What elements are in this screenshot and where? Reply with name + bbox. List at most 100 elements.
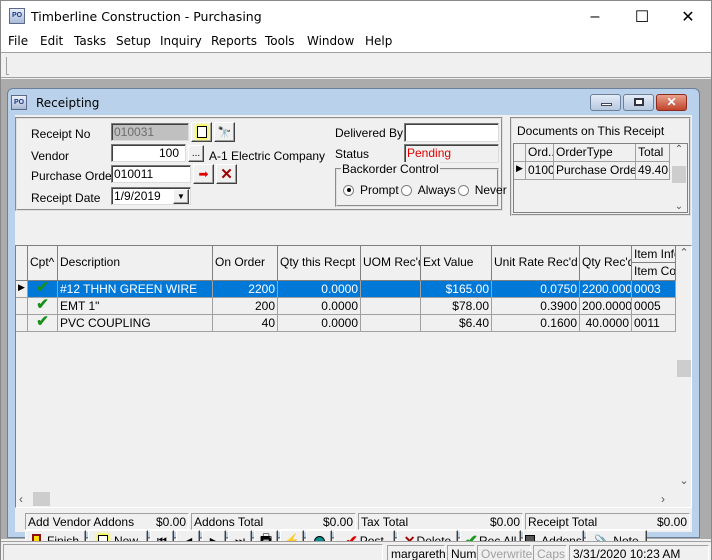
child-minimize-button[interactable] [590,94,621,111]
complete-cell[interactable]: ✔ [28,298,58,315]
maximize-button[interactable]: ☐ [619,1,665,32]
scroll-up-icon[interactable]: ⌃ [671,144,687,155]
col-unit-rate-recd[interactable]: Unit Rate Rec'd [492,246,580,281]
qty-this-recpt-cell[interactable]: 0.0000 [278,298,361,315]
uom-cell[interactable] [361,281,421,298]
receipt-total: Receipt Total $0.00 [525,513,690,530]
scroll-thumb[interactable] [672,166,686,183]
uom-cell[interactable] [361,298,421,315]
receipt-no-field[interactable]: 010031 [111,123,189,141]
col-complete[interactable]: Cpt^ [28,246,58,281]
menu-reports[interactable]: Reports [211,34,257,48]
grid-vertical-scrollbar[interactable]: ⌃ ⌄ [676,246,692,491]
find-receipt-button[interactable]: 🔭 [214,122,235,142]
col-uom-recd[interactable]: UOM Rec'd [361,246,421,281]
col-qty-recd[interactable]: Qty Rec'd [580,246,632,281]
menu-file[interactable]: File [8,34,28,48]
col-ext-value[interactable]: Ext Value [421,246,492,281]
scroll-thumb[interactable] [33,492,50,506]
description-cell[interactable]: #12 THHN GREEN WIRE [58,281,213,298]
doc-order-cell[interactable]: 0100' [526,162,554,180]
menu-inquiry[interactable]: Inquiry [160,34,202,48]
remove-po-button[interactable]: ✕ [216,164,237,184]
add-po-button[interactable]: ➡ [193,164,214,184]
on-order-cell[interactable]: 2200 [213,281,278,298]
description-cell[interactable]: EMT 1" [58,298,213,315]
item-code-cell[interactable]: 0005 [632,298,676,315]
menu-tasks[interactable]: Tasks [74,34,106,48]
item-code-cell[interactable]: 0011 [632,315,676,332]
addons-total-value: $0.00 [322,515,353,529]
purchase-order-field[interactable]: 010011 [111,165,191,183]
add-document-icon: ➡ [198,167,209,181]
ext-value-cell[interactable]: $78.00 [421,298,492,315]
tax-total-value: $0.00 [489,515,520,529]
radio-always[interactable] [400,184,412,196]
menu-window[interactable]: Window [307,34,354,48]
complete-cell[interactable]: ✔ [28,281,58,298]
grid-horizontal-scrollbar[interactable]: ‹ › [16,491,676,507]
delivered-by-field[interactable] [404,123,499,142]
qty-this-recpt-cell[interactable]: 0.0000 [278,315,361,332]
vendor-lookup-button[interactable]: ... [188,145,204,162]
doc-total-cell[interactable]: 49.40 [636,162,670,180]
new-receipt-button[interactable] [191,122,212,142]
child-restore-button[interactable] [623,94,654,111]
menu-tools[interactable]: Tools [265,34,295,48]
item-code-cell[interactable]: 0003 [632,281,676,298]
documents-scrollbar[interactable]: ⌃ ⌄ [671,144,687,212]
toolbar-grip[interactable] [6,57,9,75]
scroll-right-icon[interactable]: › [661,492,665,506]
child-close-button[interactable]: ✕ [656,94,687,111]
green-check-icon: ✔ [36,298,49,313]
unit-rate-cell[interactable]: 0.1600 [492,315,580,332]
minimize-icon [601,103,612,106]
col-item-code[interactable]: Item Cod [632,263,676,281]
backorder-control-label: Backorder Control [341,162,440,176]
vendor-field[interactable]: 100 [111,144,186,162]
scroll-down-icon[interactable]: ⌄ [671,201,687,212]
minimize-button[interactable]: – [572,1,618,32]
scroll-down-icon[interactable]: ⌄ [676,474,692,487]
tax-total: Tax Total $0.00 [358,513,523,530]
unit-rate-cell[interactable]: 0.0750 [492,281,580,298]
description-cell[interactable]: PVC COUPLING [58,315,213,332]
radio-prompt[interactable] [343,184,354,196]
col-qty-this-recpt[interactable]: Qty this Recpt [278,246,361,281]
on-order-cell[interactable]: 200 [213,298,278,315]
receipt-no-label: Receipt No [31,127,91,141]
qty-this-recpt-cell[interactable]: 0.0000 [278,281,361,298]
green-check-icon: ✔ [36,315,49,330]
date-dropdown-button[interactable]: ▼ [173,189,189,204]
col-on-order[interactable]: On Order [213,246,278,281]
col-description[interactable]: Description [58,246,213,281]
uom-cell[interactable] [361,315,421,332]
purchase-order-label: Purchase Order [31,169,116,183]
scroll-up-icon[interactable]: ⌃ [676,246,692,259]
qty-recd-cell[interactable]: 200.0000 [580,298,632,315]
vendor-addons-total[interactable]: Add Vendor Addons $0.00 [25,513,189,530]
scroll-left-icon[interactable]: ‹ [19,492,23,506]
ext-value-cell[interactable]: $6.40 [421,315,492,332]
doc-ordertype-cell[interactable]: Purchase Order [554,162,636,180]
vendor-name: A-1 Electric Company [209,149,326,163]
doc-col-order[interactable]: Ord... [526,144,554,162]
col-item-info[interactable]: Item Info [632,246,676,263]
on-order-cell[interactable]: 40 [213,315,278,332]
menu-help[interactable]: Help [365,34,392,48]
qty-recd-cell[interactable]: 40.0000 [580,315,632,332]
complete-cell[interactable]: ✔ [28,315,58,332]
doc-col-ordertype[interactable]: OrderType [554,144,636,162]
unit-rate-cell[interactable]: 0.3900 [492,298,580,315]
scroll-thumb[interactable] [677,360,691,377]
menu-setup[interactable]: Setup [116,34,151,48]
doc-col-total[interactable]: Total [636,144,670,162]
radio-never[interactable] [457,184,469,196]
ext-value-cell[interactable]: $165.00 [421,281,492,298]
close-button[interactable]: ✕ [665,1,711,32]
delete-x-icon: ✕ [220,166,233,183]
menu-edit[interactable]: Edit [40,34,63,48]
qty-recd-cell[interactable]: 2200.0000 [580,281,632,298]
tax-total-label: Tax Total [361,515,409,529]
row-pointer-icon: ▶ [18,282,25,292]
